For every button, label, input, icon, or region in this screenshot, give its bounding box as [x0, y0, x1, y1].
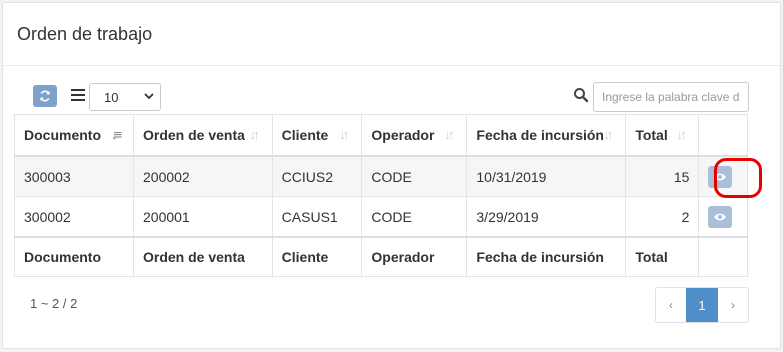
- page-title: Orden de trabajo: [17, 23, 153, 44]
- footer-cliente: Cliente: [271, 236, 363, 277]
- cell-documento: 300002: [14, 196, 134, 238]
- sort-icon: ↓↑: [249, 127, 260, 142]
- chevron-down-icon: [144, 91, 154, 103]
- sort-desc-icon: ↓≡: [111, 127, 122, 142]
- table-row: 300002 200001 CASUS1 CODE 3/29/2019 2: [14, 196, 748, 238]
- cell-fecha: 3/29/2019: [466, 196, 627, 238]
- footer-fecha: Fecha de incursión: [466, 236, 627, 277]
- footer-actions: [698, 236, 748, 277]
- refresh-icon: [40, 90, 50, 102]
- sort-icon: ↓↑: [339, 127, 349, 142]
- view-button[interactable]: [708, 205, 733, 228]
- panel-header: Orden de trabajo: [3, 3, 780, 66]
- table-row: 300003 200002 CCIUS2 CODE 10/31/2019 15: [14, 155, 748, 197]
- footer-documento: Documento: [14, 236, 134, 277]
- cell-orden: 200001: [133, 196, 273, 238]
- cell-fecha: 10/31/2019: [466, 155, 627, 197]
- cell-orden: 200002: [133, 155, 273, 197]
- view-button[interactable]: [708, 165, 733, 188]
- cell-total: 2: [625, 196, 700, 238]
- table-header-row: Documento ↓≡ Orden de venta ↓↑ Cliente ↓…: [14, 114, 748, 157]
- eye-icon: [714, 173, 727, 180]
- cell-cliente: CASUS1: [271, 196, 363, 238]
- refresh-button[interactable]: [33, 85, 57, 107]
- next-page-button[interactable]: ›: [718, 288, 748, 322]
- column-header-total[interactable]: Total ↓↑: [625, 114, 700, 157]
- eye-icon: [714, 213, 727, 220]
- page-size-select[interactable]: 10: [89, 83, 161, 111]
- column-header-documento[interactable]: Documento ↓≡: [14, 114, 134, 157]
- column-header-fecha[interactable]: Fecha de incursión ↓↑: [466, 114, 627, 157]
- work-order-table: Documento ↓≡ Orden de venta ↓↑ Cliente ↓…: [14, 114, 748, 277]
- footer-total: Total: [625, 236, 700, 277]
- table-footer-row: Documento Orden de venta Cliente Operado…: [14, 236, 748, 277]
- cell-actions: [698, 155, 748, 197]
- sort-icon: ↓↑: [603, 127, 613, 142]
- cell-cliente: CCIUS2: [271, 155, 363, 197]
- cell-operador: CODE: [361, 155, 468, 197]
- search-icon: [573, 87, 591, 105]
- column-header-cliente[interactable]: Cliente ↓↑: [271, 114, 363, 157]
- cell-operador: CODE: [361, 196, 468, 238]
- cell-actions: [698, 196, 748, 238]
- table-toolbar: 10: [3, 82, 780, 113]
- list-icon: [71, 89, 85, 101]
- search-input[interactable]: [593, 82, 749, 112]
- page-1-button[interactable]: 1: [686, 288, 718, 322]
- pagination: ‹ 1 ›: [655, 287, 749, 323]
- cell-total: 15: [625, 155, 700, 197]
- footer-operador: Operador: [361, 236, 468, 277]
- pagination-info: 1 ~ 2 / 2: [30, 296, 78, 311]
- footer-orden-de-venta: Orden de venta: [133, 236, 273, 277]
- page-size-value: 10: [104, 89, 119, 105]
- sort-icon: ↓↑: [444, 127, 454, 142]
- column-header-actions: [698, 114, 748, 157]
- cell-documento: 300003: [14, 155, 134, 197]
- sort-icon: ↓↑: [676, 127, 686, 142]
- column-header-operador[interactable]: Operador ↓↑: [361, 114, 468, 157]
- column-header-orden-de-venta[interactable]: Orden de venta ↓↑: [133, 114, 273, 157]
- prev-page-button[interactable]: ‹: [656, 288, 686, 322]
